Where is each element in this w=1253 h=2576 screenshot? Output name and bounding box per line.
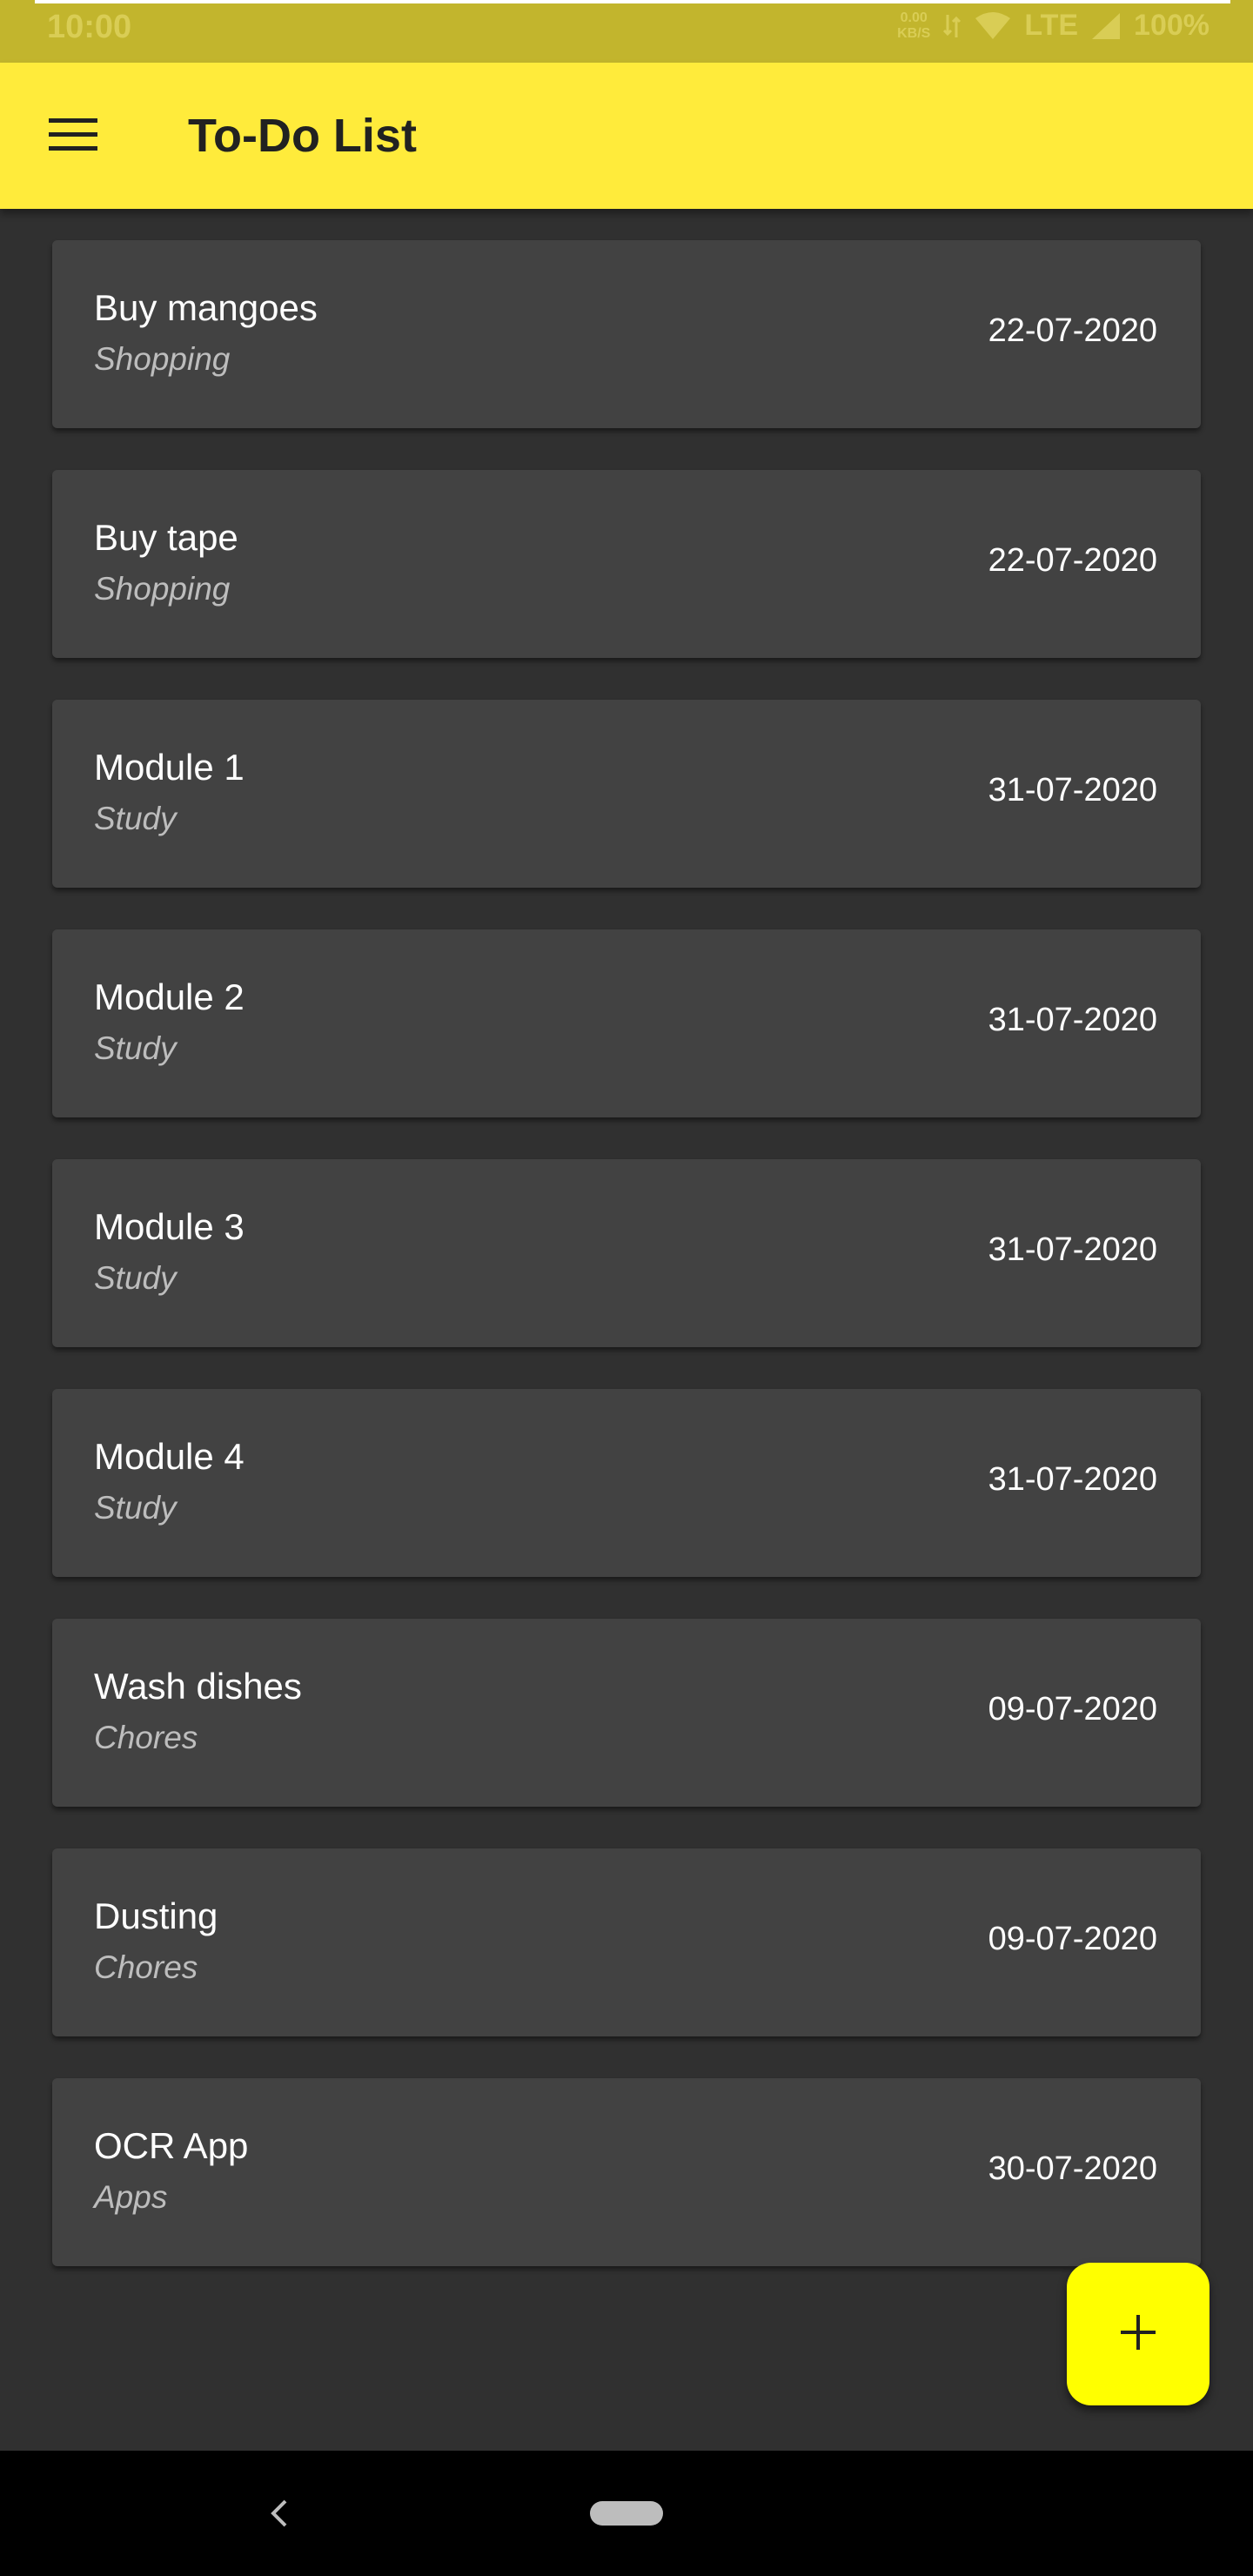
app-bar: To-Do List <box>0 63 1253 209</box>
task-title: Module 2 <box>94 976 245 1017</box>
add-task-button[interactable] <box>1067 2263 1209 2405</box>
task-category: Study <box>94 1490 177 1526</box>
task-card[interactable]: Module 3 Study 31-07-2020 <box>52 1159 1201 1347</box>
page-title: To-Do List <box>188 110 417 162</box>
task-date: 22-07-2020 <box>988 312 1157 349</box>
hamburger-menu-icon <box>49 117 97 156</box>
task-title: Dusting <box>94 1895 218 1936</box>
network-speed: 0.00 KB/S <box>897 10 930 42</box>
home-pill-icon[interactable] <box>590 2501 663 2526</box>
task-card[interactable]: Dusting Chores 09-07-2020 <box>52 1848 1201 2036</box>
task-title: Module 1 <box>94 747 245 788</box>
task-category: Study <box>94 801 177 836</box>
status-icons: 0.00 KB/S LTE 100% <box>897 9 1209 43</box>
navigation-bar <box>0 2451 1253 2576</box>
task-card[interactable]: OCR App Apps 30-07-2020 <box>52 2078 1201 2266</box>
task-date: 31-07-2020 <box>988 772 1157 808</box>
battery-level: 100% <box>1134 9 1209 42</box>
data-transfer-icon <box>942 11 962 41</box>
cell-signal-icon <box>1090 11 1122 41</box>
task-category: Study <box>94 1260 177 1296</box>
task-card[interactable]: Wash dishes Chores 09-07-2020 <box>52 1619 1201 1807</box>
task-card[interactable]: Buy mangoes Shopping 22-07-2020 <box>52 240 1201 428</box>
task-date: 31-07-2020 <box>988 1461 1157 1498</box>
status-top-line <box>35 0 1230 3</box>
network-type: LTE <box>1024 9 1079 42</box>
task-date: 22-07-2020 <box>988 542 1157 579</box>
task-category: Apps <box>94 2179 168 2215</box>
menu-button[interactable] <box>31 99 115 172</box>
task-category: Chores <box>94 1949 198 1985</box>
status-time: 10:00 <box>47 9 132 45</box>
task-date: 31-07-2020 <box>988 1231 1157 1268</box>
task-category: Study <box>94 1030 177 1066</box>
task-card[interactable]: Module 1 Study 31-07-2020 <box>52 700 1201 888</box>
task-card[interactable]: Module 4 Study 31-07-2020 <box>52 1389 1201 1577</box>
task-title: Wash dishes <box>94 1666 302 1707</box>
network-speed-value: 0.00 <box>900 10 928 25</box>
plus-icon <box>1119 2313 1157 2356</box>
task-category: Shopping <box>94 341 231 377</box>
task-list: Buy mangoes Shopping 22-07-2020 Buy tape Sho… <box>52 240 1201 2308</box>
back-button[interactable] <box>261 2494 299 2532</box>
task-card[interactable]: Buy tape Shopping 22-07-2020 <box>52 470 1201 658</box>
network-speed-unit: KB/S <box>897 25 931 41</box>
task-title: OCR App <box>94 2125 249 2166</box>
task-card[interactable]: Module 2 Study 31-07-2020 <box>52 929 1201 1117</box>
task-title: Buy tape <box>94 517 238 558</box>
task-date: 09-07-2020 <box>988 1921 1157 1957</box>
status-bar: 10:00 0.00 KB/S LTE 100% <box>0 0 1253 63</box>
task-title: Module 4 <box>94 1436 245 1477</box>
task-title: Buy mangoes <box>94 287 318 328</box>
task-date: 09-07-2020 <box>988 1691 1157 1727</box>
task-title: Module 3 <box>94 1206 245 1247</box>
task-date: 30-07-2020 <box>988 2150 1157 2187</box>
chevron-left-icon <box>261 2499 299 2536</box>
wifi-icon <box>974 11 1012 41</box>
task-category: Shopping <box>94 571 231 607</box>
task-category: Chores <box>94 1720 198 1755</box>
task-date: 31-07-2020 <box>988 1002 1157 1038</box>
